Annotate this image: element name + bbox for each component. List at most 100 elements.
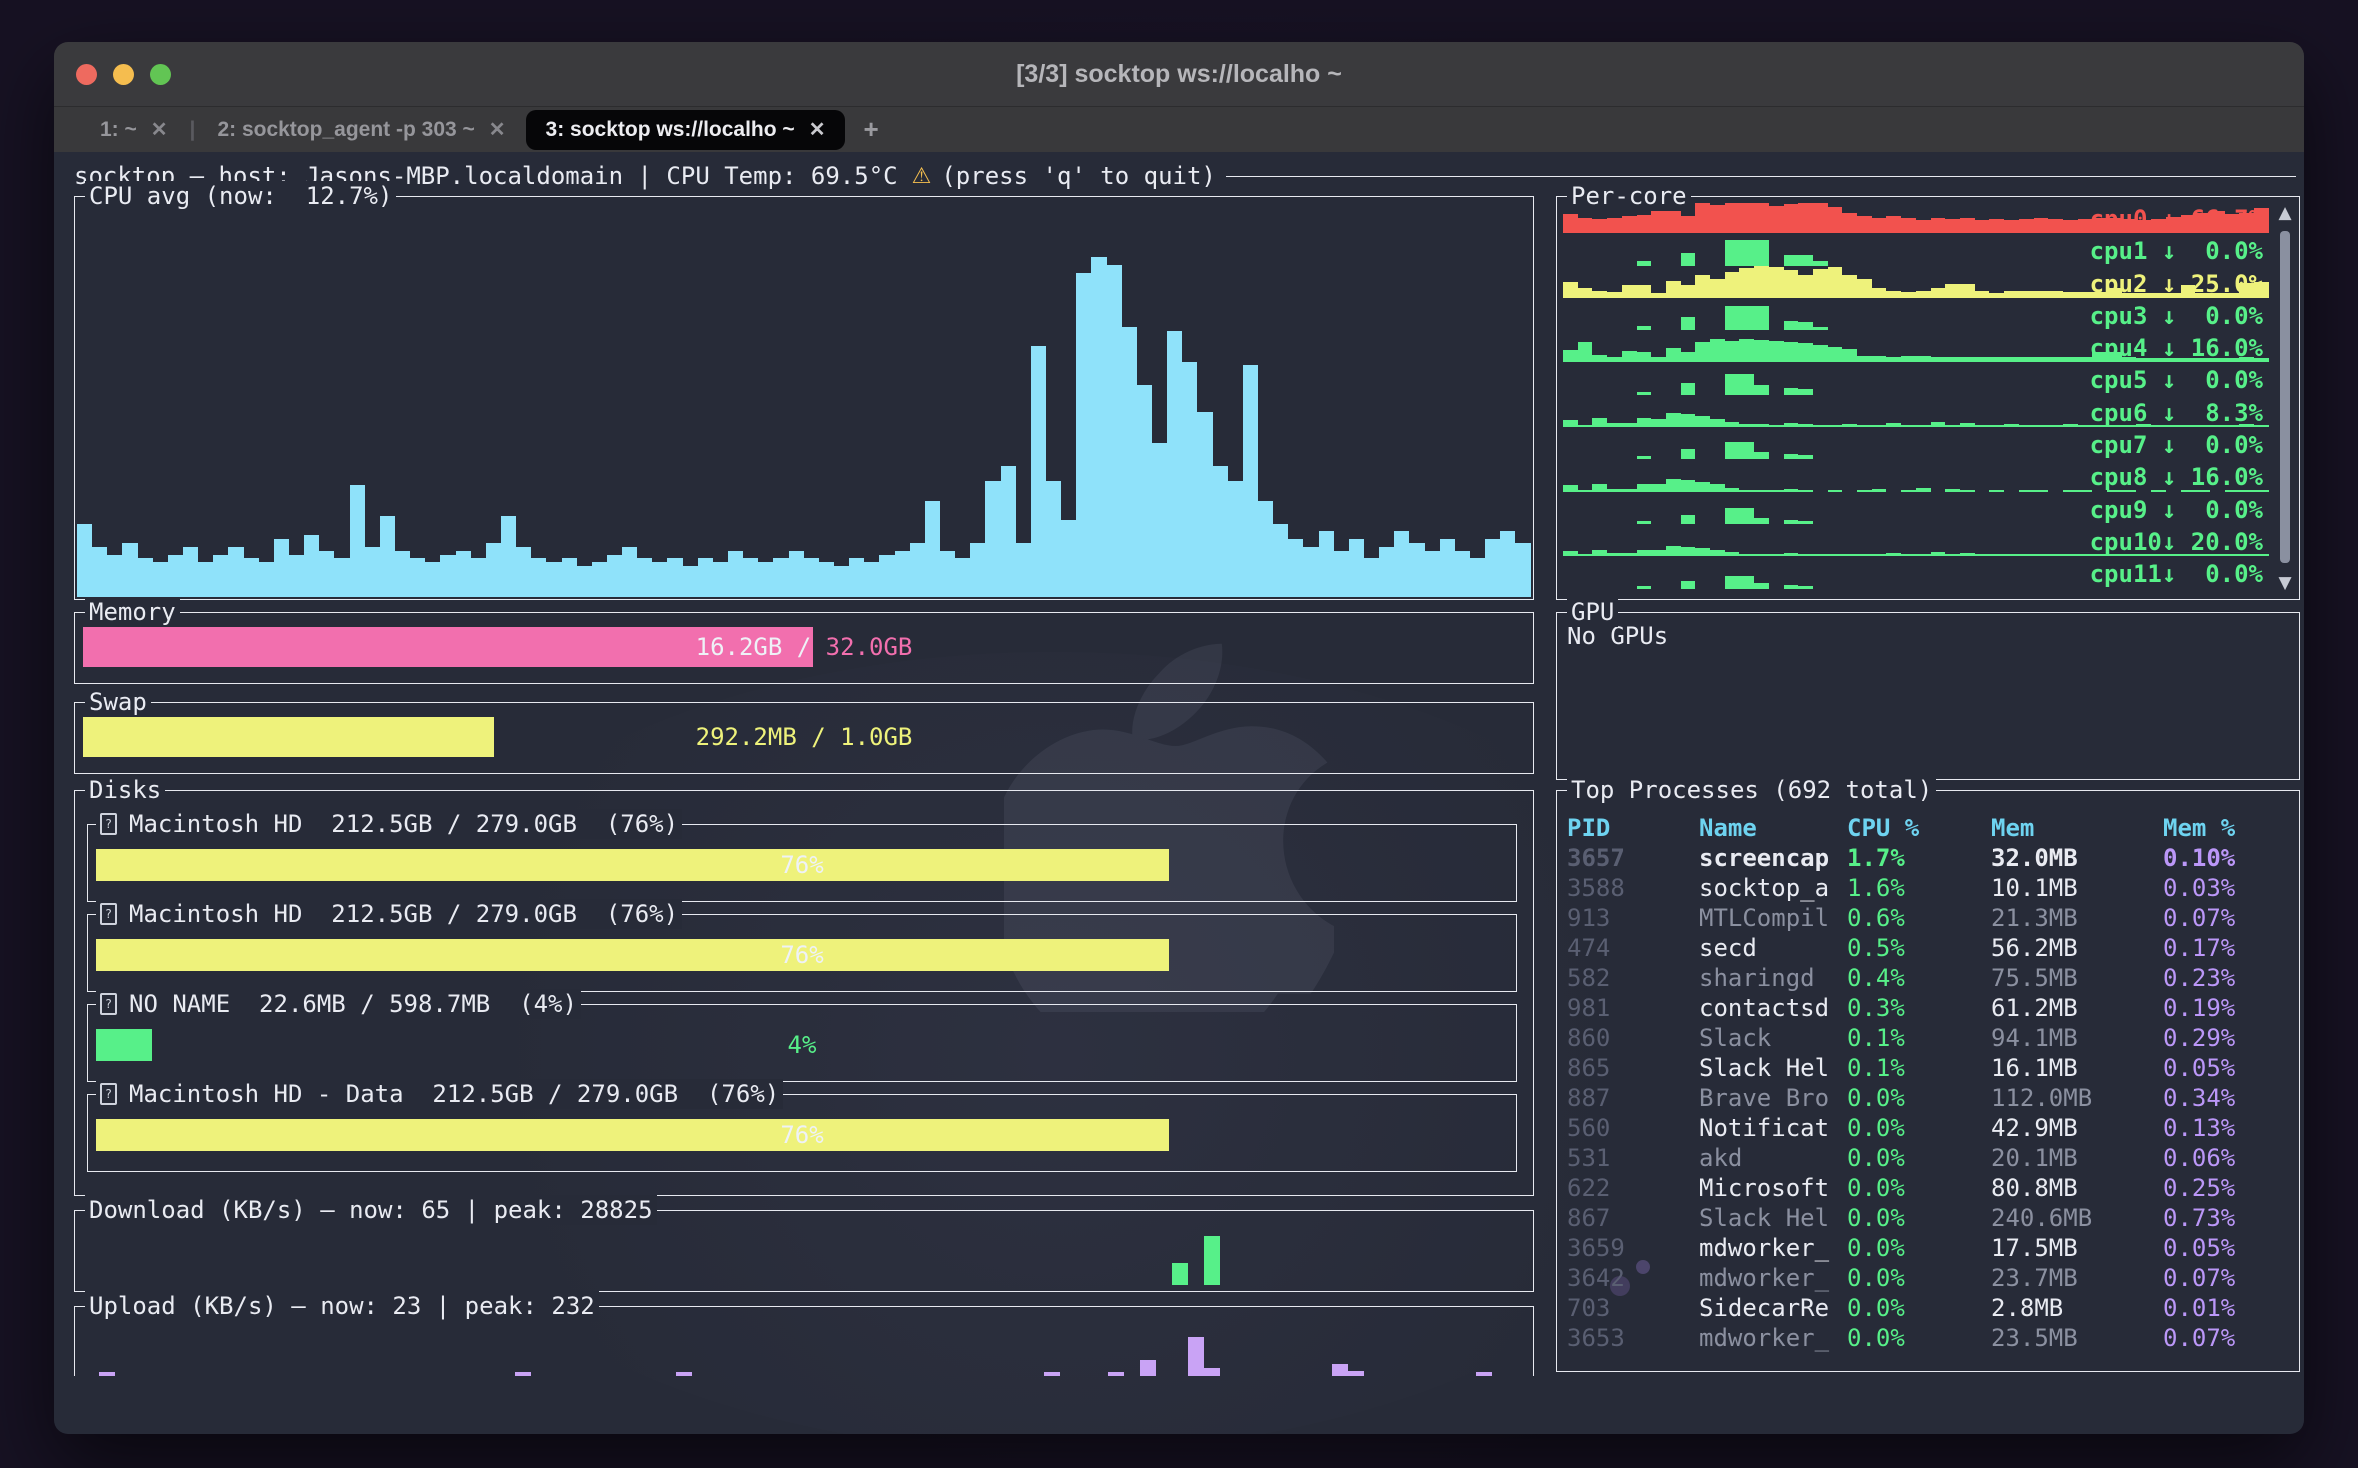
download-panel: Download (KB/s) — now: 65 | peak: 28825 xyxy=(74,1210,1534,1292)
swap-panel: Swap 292.2MB / 1.0GB xyxy=(74,702,1534,774)
per-core-scrollbar[interactable]: ▲ ▼ xyxy=(2275,203,2295,593)
process-pid: 3659 xyxy=(1567,1233,1699,1263)
process-cpu: 0.0% xyxy=(1847,1293,1991,1323)
cpu-avg-bar xyxy=(440,555,455,597)
process-mem: 23.7MB xyxy=(1991,1263,2163,1293)
process-mem-pct: 0.17% xyxy=(2163,933,2299,963)
memory-meter: 16.2GB / 32.0GB xyxy=(83,627,1525,667)
cpu-avg-bar xyxy=(895,551,910,597)
new-tab-button[interactable]: + xyxy=(863,114,878,145)
process-row[interactable]: 981contactsd0.3%61.2MB0.19% xyxy=(1557,993,2299,1023)
tab-close-icon[interactable]: ✕ xyxy=(809,117,826,142)
process-row[interactable]: 622Microsoft0.0%80.8MB0.25% xyxy=(1557,1173,2299,1203)
spark-bar xyxy=(1637,586,1652,588)
cpu-avg-bar xyxy=(683,566,698,597)
cpu-avg-bar xyxy=(244,558,259,597)
column-header-mem: Mem % xyxy=(2163,813,2299,843)
disk-info-text: Macintosh HD - Data 212.5GB / 279.0GB (7… xyxy=(129,1079,779,1109)
upload-bar xyxy=(1204,1368,1220,1376)
spark-bar xyxy=(1784,585,1799,588)
process-mem: 17.5MB xyxy=(1991,1233,2163,1263)
scrollbar-thumb[interactable] xyxy=(2280,231,2290,563)
cpu-avg-bar xyxy=(1500,531,1515,597)
process-mem-pct: 0.34% xyxy=(2163,1083,2299,1113)
cpu-avg-bar xyxy=(1515,543,1530,597)
cpu-avg-bar xyxy=(1425,551,1440,597)
process-name: mdworker_ xyxy=(1699,1323,1847,1353)
cpu-avg-bar xyxy=(425,562,440,597)
process-name: sharingd xyxy=(1699,963,1847,993)
cpu-avg-bar xyxy=(652,562,667,597)
process-row[interactable]: 860Slack0.1%94.1MB0.29% xyxy=(1557,1023,2299,1053)
cpu-avg-bar xyxy=(259,562,274,597)
process-row[interactable]: 3642mdworker_0.0%23.7MB0.07% xyxy=(1557,1263,2299,1293)
process-row[interactable]: 3653mdworker_0.0%23.5MB0.07% xyxy=(1557,1323,2299,1353)
process-pid: 913 xyxy=(1567,903,1699,933)
cpu-avg-bar xyxy=(1076,273,1091,597)
cpu-avg-bar xyxy=(168,555,183,597)
process-cpu: 0.1% xyxy=(1847,1053,1991,1083)
process-cpu: 1.7% xyxy=(1847,843,1991,873)
process-row[interactable]: 867Slack Hel0.0%240.6MB0.73% xyxy=(1557,1203,2299,1233)
disk-info-text: Macintosh HD 212.5GB / 279.0GB (76%) xyxy=(129,809,678,839)
cpu-avg-bar xyxy=(1182,362,1197,597)
process-row[interactable]: 865Slack Hel0.1%16.1MB0.05% xyxy=(1557,1053,2299,1083)
missing-glyph-icon: ? xyxy=(100,813,117,835)
tab-label: 1: ~ xyxy=(100,118,137,142)
cpu-avg-bar xyxy=(365,547,380,597)
process-row[interactable]: 913MTLCompil0.6%21.3MB0.07% xyxy=(1557,903,2299,933)
process-row[interactable]: 474secd0.5%56.2MB0.17% xyxy=(1557,933,2299,963)
spark-bar xyxy=(1798,586,1813,588)
cpu-avg-bar xyxy=(970,543,985,597)
column-header-name: Name xyxy=(1699,813,1847,843)
process-row[interactable]: 582sharingd0.4%75.5MB0.23% xyxy=(1557,963,2299,993)
cpu-avg-bar xyxy=(319,551,334,597)
title-bar[interactable]: [3/3] socktop ws://localho ~ xyxy=(54,42,2304,106)
tab-3[interactable]: 3: socktop ws://localho ~✕ xyxy=(526,110,846,150)
cpu-avg-bar xyxy=(1485,539,1500,597)
scroll-up-icon[interactable]: ▲ xyxy=(2275,203,2295,223)
scroll-down-icon[interactable]: ▼ xyxy=(2275,573,2295,593)
zoom-window-button[interactable] xyxy=(150,64,171,85)
cpu-avg-bar xyxy=(1455,551,1470,597)
tab-2[interactable]: 2: socktop_agent -p 303 ~ ✕ xyxy=(197,110,525,150)
process-table: PIDNameCPU %MemMem %3657screencap1.7%32.… xyxy=(1557,813,2299,1353)
tab-1[interactable]: 1: ~ ✕ xyxy=(80,110,188,150)
upload-bar xyxy=(1108,1372,1124,1376)
cpu-avg-bar xyxy=(304,535,319,597)
disk-bar-label: 76% xyxy=(96,1119,1508,1151)
tab-close-icon[interactable]: ✕ xyxy=(151,117,168,142)
process-row[interactable]: 531akd0.0%20.1MB0.06% xyxy=(1557,1143,2299,1173)
process-pid: 474 xyxy=(1567,933,1699,963)
process-mem-pct: 0.29% xyxy=(2163,1023,2299,1053)
process-mem: 94.1MB xyxy=(1991,1023,2163,1053)
process-pid: 622 xyxy=(1567,1173,1699,1203)
process-row[interactable]: 3659mdworker_0.0%17.5MB0.05% xyxy=(1557,1233,2299,1263)
process-pid: 3588 xyxy=(1567,873,1699,903)
core-label: cpu10↓ 20.0% xyxy=(2090,526,2263,558)
process-row[interactable]: 703SidecarRe0.0%2.8MB0.01% xyxy=(1557,1293,2299,1323)
process-name: mdworker_ xyxy=(1699,1233,1847,1263)
tab-close-icon[interactable]: ✕ xyxy=(489,117,506,142)
process-mem-pct: 0.03% xyxy=(2163,873,2299,903)
process-row[interactable]: 3657screencap1.7%32.0MB0.10% xyxy=(1557,843,2299,873)
swap-label: 292.2MB / 1.0GB xyxy=(83,717,1525,757)
cpu-avg-bar xyxy=(1258,501,1273,598)
process-row[interactable]: 887Brave Bro0.0%112.0MB0.34% xyxy=(1557,1083,2299,1113)
minimize-window-button[interactable] xyxy=(113,64,134,85)
cpu-avg-bar xyxy=(698,558,713,597)
memory-panel: Memory 16.2GB / 32.0GB xyxy=(74,612,1534,684)
disk-box-2: ?Macintosh HD 212.5GB / 279.0GB (76%)76% xyxy=(87,914,1517,992)
cpu-avg-bar xyxy=(834,566,849,597)
cpu-avg-bar xyxy=(1016,543,1031,597)
core-label: cpu3 ↓ 0.0% xyxy=(2090,300,2263,332)
tab-label: 2: socktop_agent -p 303 ~ xyxy=(217,118,474,142)
core-label: cpu7 ↓ 0.0% xyxy=(2090,429,2263,461)
close-window-button[interactable] xyxy=(76,64,97,85)
process-row[interactable]: 560Notificat0.0%42.9MB0.13% xyxy=(1557,1113,2299,1143)
process-name: Notificat xyxy=(1699,1113,1847,1143)
cpu-avg-chart xyxy=(77,211,1531,597)
cpu-avg-bar xyxy=(380,516,395,597)
process-row[interactable]: 3588socktop_a1.6%10.1MB0.03% xyxy=(1557,873,2299,903)
cpu-avg-bar xyxy=(1137,385,1152,597)
